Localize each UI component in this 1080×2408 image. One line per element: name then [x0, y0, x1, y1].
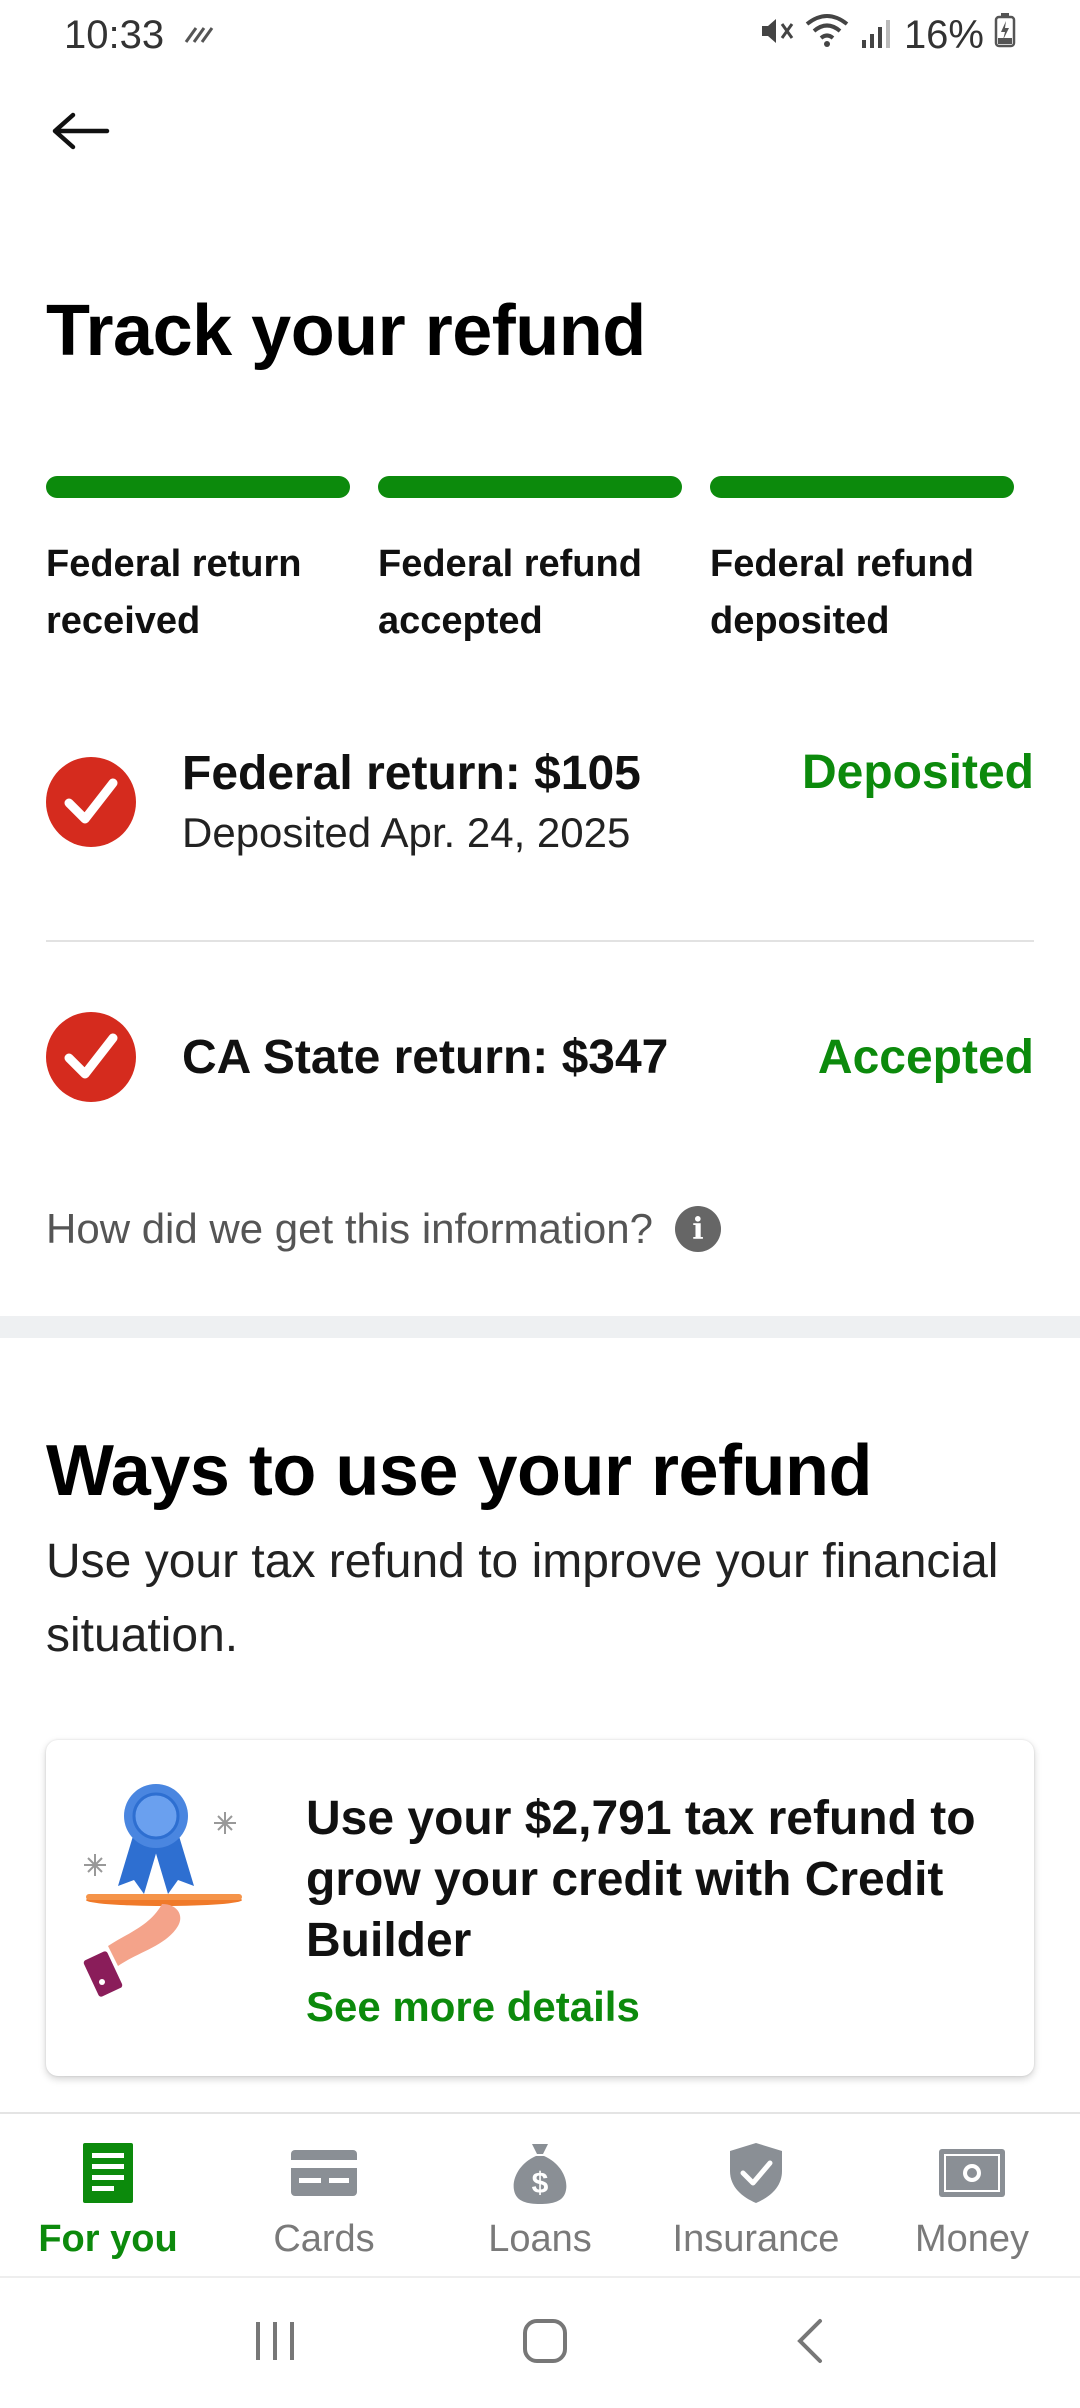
nav-label: Money — [914, 2218, 1030, 2260]
shield-check-icon — [728, 2138, 784, 2208]
home-icon[interactable] — [520, 2316, 570, 2371]
page-title: Track your refund — [46, 291, 646, 371]
nav-label: Cards — [273, 2218, 375, 2260]
svg-text:$: $ — [532, 2167, 549, 2200]
arrow-left-icon — [52, 112, 110, 150]
card-icon — [289, 2138, 359, 2208]
refund-progress-tracker: Federal return received Federal refund acc… — [46, 476, 1014, 650]
progress-bar — [378, 476, 682, 498]
progress-bar — [46, 476, 350, 498]
check-circle-icon — [46, 756, 136, 847]
progress-step-label: Federal refund deposited — [710, 543, 974, 642]
system-navigation-bar — [0, 2276, 1080, 2408]
nav-label: For you — [38, 2218, 178, 2260]
nav-item-insurance[interactable]: Insurance — [648, 2114, 864, 2276]
nav-item-money[interactable]: Money — [864, 2114, 1080, 2276]
progress-step-label: Federal refund accepted — [378, 543, 642, 642]
nav-label: Loans — [488, 2218, 592, 2260]
banknote-icon — [937, 2138, 1007, 2208]
nav-item-for-you[interactable]: For you — [0, 2114, 216, 2276]
federal-refund-amount: Federal return: $105 — [182, 747, 641, 800]
mute-icon — [758, 13, 794, 58]
bottom-navigation: For you Cards $ Loans Insurance Money — [0, 2112, 1080, 2276]
promo-title: Use your $2,791 tax refund to grow your … — [306, 1792, 976, 1967]
money-bag-icon: $ — [510, 2138, 570, 2208]
see-more-details-link[interactable]: See more details — [306, 1983, 994, 2031]
federal-refund-date: Deposited Apr. 24, 2025 — [182, 809, 631, 856]
recent-apps-icon[interactable] — [250, 2318, 300, 2369]
ways-section-subtitle: Use your tax refund to improve your fina… — [46, 1535, 999, 1662]
signal-icon — [860, 13, 894, 58]
battery-charging-icon — [994, 12, 1016, 58]
battery-percent: 16% — [903, 12, 984, 57]
nav-label: Insurance — [672, 2218, 840, 2260]
info-link[interactable]: How did we get this information? i — [46, 1205, 721, 1253]
federal-refund-status: Deposited — [801, 746, 1034, 799]
progress-step-received: Federal return received — [46, 476, 350, 650]
document-icon — [80, 2138, 136, 2208]
nav-item-cards[interactable]: Cards — [216, 2114, 432, 2276]
section-separator — [0, 1316, 1080, 1338]
state-refund-amount: CA State return: $347 — [182, 1030, 669, 1084]
federal-refund-row[interactable]: Federal return: $105 Deposited Apr. 24, … — [46, 746, 1034, 857]
info-icon[interactable]: i — [674, 1206, 721, 1252]
ways-section-title: Ways to use your refund — [46, 1431, 872, 1511]
credit-builder-card[interactable]: Use your $2,791 tax refund to grow your … — [46, 1740, 1034, 2076]
progress-step-label: Federal return received — [46, 543, 302, 642]
state-refund-row[interactable]: CA State return: $347 Accepted — [46, 1012, 1034, 1102]
progress-step-accepted: Federal refund accepted — [378, 476, 682, 650]
info-link-text: How did we get this information? — [46, 1205, 653, 1252]
progress-bar — [710, 476, 1014, 498]
wifi-icon — [804, 12, 850, 58]
back-button[interactable] — [46, 96, 116, 166]
status-bar: 10:33 16% — [0, 0, 1080, 70]
system-back-icon[interactable] — [790, 2316, 830, 2371]
progress-step-deposited: Federal refund deposited — [710, 476, 1014, 650]
status-time: 10:33 — [64, 12, 165, 57]
call-forward-icon — [182, 13, 216, 58]
nav-item-loans[interactable]: $ Loans — [432, 2114, 648, 2276]
refund-tracker-screen: 10:33 16% Track your refund Federal retu… — [0, 0, 1080, 2408]
divider — [46, 940, 1034, 942]
check-circle-icon — [46, 1012, 136, 1102]
state-refund-status: Accepted — [817, 1030, 1034, 1084]
award-ribbon-illustration — [66, 1776, 266, 2016]
